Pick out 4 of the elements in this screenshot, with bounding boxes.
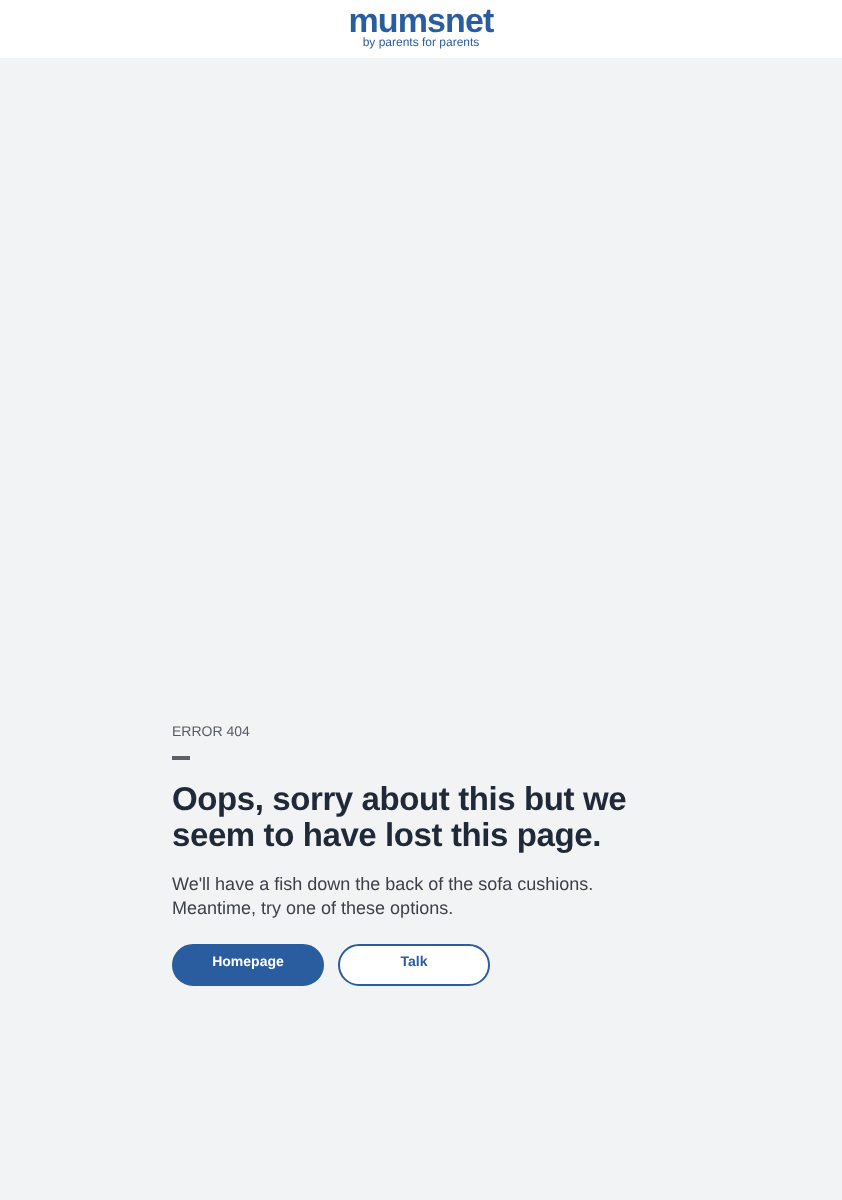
site-logo[interactable]: mumsnet xyxy=(348,4,494,38)
accent-dash xyxy=(172,756,190,759)
error-heading: Oops, sorry about this but we seem to have lost this page. xyxy=(172,781,629,853)
error-message: We'll have a fish down the back of the sofa cushions. Meantime, try one of these options. xyxy=(172,871,596,919)
